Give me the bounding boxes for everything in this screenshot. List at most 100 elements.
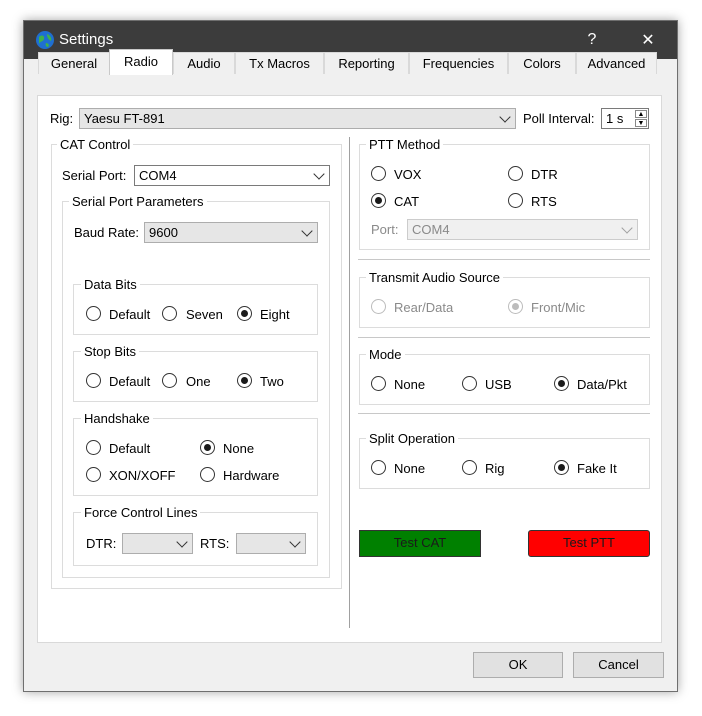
tx-audio-rear-radio[interactable] [371,299,386,314]
force-control-lines-title: Force Control Lines [81,505,201,520]
data-bits-eight-radio[interactable] [237,306,252,321]
chevron-down-icon [289,536,301,548]
separator [358,337,650,338]
ptt-method-title: PTT Method [366,137,444,152]
split-fakeit-label: Fake It [577,461,617,476]
stop-bits-one-label: One [186,374,211,389]
serial-port-label: Serial Port: [62,168,127,183]
tx-audio-front-radio[interactable] [508,299,523,314]
mode-usb-label: USB [485,377,512,392]
tab-reporting[interactable]: Reporting [324,52,409,74]
split-none-radio[interactable] [371,460,386,475]
handshake-xonxoff-label: XON/XOFF [109,468,176,483]
chevron-down-icon [301,225,313,237]
split-operation-title: Split Operation [366,431,458,446]
tab-radio[interactable]: Radio [109,49,173,75]
mode-none-radio[interactable] [371,376,386,391]
data-bits-seven-label: Seven [186,307,223,322]
handshake-group [73,418,318,496]
column-divider [349,137,350,628]
data-bits-seven-radio[interactable] [162,306,177,321]
handshake-title: Handshake [81,411,153,426]
data-bits-default-radio[interactable] [86,306,101,321]
handshake-xonxoff-radio[interactable] [86,467,101,482]
ptt-dtr-radio[interactable] [508,166,523,181]
stop-bits-two-label: Two [260,374,284,389]
poll-interval-spinbox[interactable]: 1 s ▲ ▼ [601,108,649,129]
poll-interval-value: 1 s [606,111,624,126]
stop-bits-one-radio[interactable] [162,373,177,388]
separator [358,259,650,260]
split-rig-radio[interactable] [462,460,477,475]
ptt-port-label: Port: [371,222,399,237]
tx-audio-source-title: Transmit Audio Source [366,270,504,285]
tx-audio-rear-label: Rear/Data [394,300,454,315]
serial-port-value: COM4 [139,168,177,183]
tab-tx-macros[interactable]: Tx Macros [235,52,324,74]
chevron-down-icon [176,536,188,548]
handshake-default-label: Default [109,441,151,456]
mode-usb-radio[interactable] [462,376,477,391]
tab-general[interactable]: General [38,52,110,74]
handshake-default-radio[interactable] [86,440,101,455]
chevron-down-icon [621,222,633,234]
stop-bits-default-radio[interactable] [86,373,101,388]
dtr-label: DTR: [86,536,117,551]
cancel-button[interactable]: Cancel [573,652,664,678]
ptt-rts-radio[interactable] [508,193,523,208]
stop-bits-default-label: Default [109,374,151,389]
serial-port-params-title: Serial Port Parameters [69,194,207,209]
ptt-port-value: COM4 [412,222,450,237]
data-bits-title: Data Bits [81,277,140,292]
baud-rate-value: 9600 [149,225,178,240]
ptt-rts-label: RTS [531,194,557,209]
test-cat-button[interactable]: Test CAT [359,530,481,557]
handshake-hardware-radio[interactable] [200,467,215,482]
rts-select[interactable] [236,533,306,554]
rig-value: Yaesu FT-891 [84,111,165,126]
handshake-none-radio[interactable] [200,440,215,455]
handshake-none-label: None [223,441,255,456]
mode-title: Mode [366,347,405,362]
globe-icon [36,31,54,49]
ptt-vox-label: VOX [394,167,422,182]
data-bits-eight-label: Eight [260,307,290,322]
ptt-cat-label: CAT [394,194,420,209]
tab-frequencies[interactable]: Frequencies [409,52,508,74]
ptt-port-select[interactable]: COM4 [407,219,638,240]
mode-datapkt-label: Data/Pkt [577,377,627,392]
test-ptt-button[interactable]: Test PTT [528,530,650,557]
mode-none-label: None [394,377,426,392]
help-button[interactable]: ? [577,31,607,49]
serial-port-select[interactable]: COM4 [134,165,330,186]
dtr-select[interactable] [122,533,193,554]
spin-down-icon[interactable]: ▼ [635,119,647,127]
poll-interval-label: Poll Interval: [523,111,595,126]
cat-control-title: CAT Control [57,137,134,152]
rig-label: Rig: [50,111,74,126]
tab-advanced[interactable]: Advanced [576,52,657,74]
tab-colors[interactable]: Colors [508,52,576,74]
mode-datapkt-radio[interactable] [554,376,569,391]
chevron-down-icon [313,168,325,180]
split-none-label: None [394,461,426,476]
spin-up-icon[interactable]: ▲ [635,110,647,118]
close-icon[interactable]: ✕ [633,30,663,50]
stop-bits-two-radio[interactable] [237,373,252,388]
separator [358,413,650,414]
window-title: Settings [59,31,114,48]
split-fakeit-radio[interactable] [554,460,569,475]
chevron-down-icon [499,111,511,123]
tx-audio-front-label: Front/Mic [531,300,586,315]
data-bits-default-label: Default [109,307,151,322]
rig-select[interactable]: Yaesu FT-891 [79,108,516,129]
ok-button[interactable]: OK [473,652,563,678]
ptt-dtr-label: DTR [531,167,558,182]
ptt-cat-radio[interactable] [371,193,386,208]
ptt-vox-radio[interactable] [371,166,386,181]
split-rig-label: Rig [485,461,505,476]
tab-audio[interactable]: Audio [173,52,235,74]
rts-label: RTS: [200,536,230,551]
baud-rate-select[interactable]: 9600 [144,222,318,243]
baud-rate-label: Baud Rate: [74,225,140,240]
